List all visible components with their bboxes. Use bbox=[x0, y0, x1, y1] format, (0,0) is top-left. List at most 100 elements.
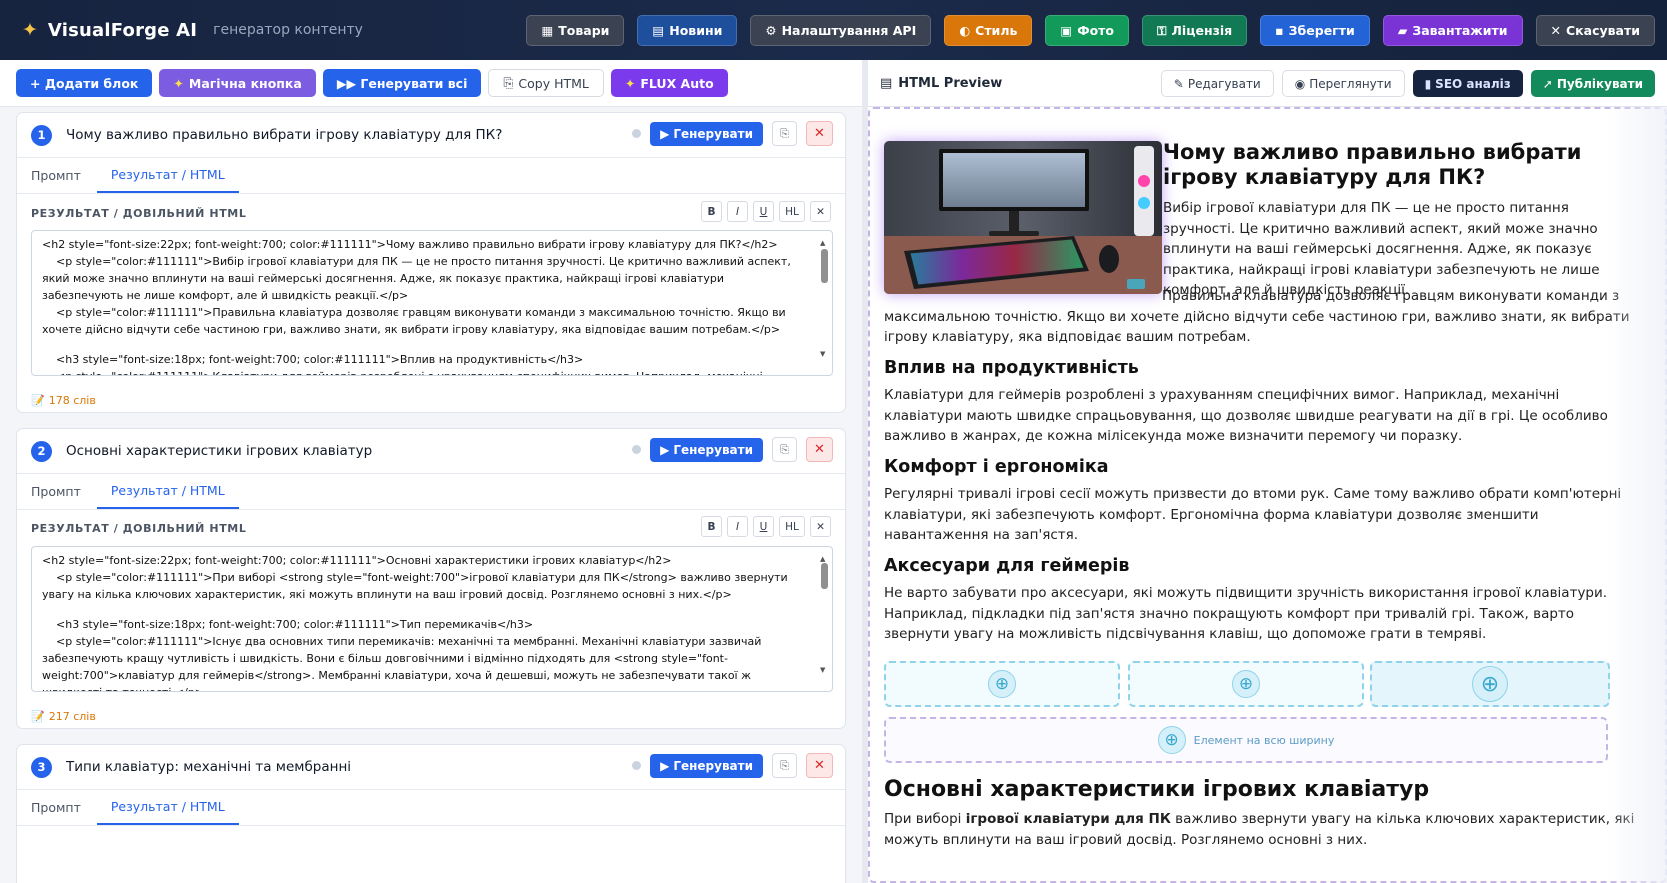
preview-heading-h2: Чому важливо правильно вибрати ігрову кл… bbox=[1163, 140, 1582, 189]
memo-icon: 📝 bbox=[31, 710, 45, 723]
preview-paragraph: При виборі ігрової клавіатури для ПК важ… bbox=[884, 809, 1636, 850]
gear-icon: ⚙ bbox=[765, 23, 777, 38]
full-width-label: Елемент на всю ширину bbox=[1193, 733, 1335, 747]
delete-block-button[interactable]: ✕ bbox=[806, 753, 833, 778]
clear-format-button[interactable]: ✕ bbox=[810, 201, 831, 222]
add-circle-icon: ⊕ bbox=[1232, 670, 1260, 698]
italic-button[interactable]: I bbox=[727, 201, 748, 222]
hero-image[interactable] bbox=[884, 141, 1162, 294]
document-icon: ▤ bbox=[880, 75, 893, 91]
toolbar-button-label: Магічна кнопка bbox=[188, 75, 302, 91]
toolbar-button-label: FLUX Auto bbox=[640, 75, 714, 91]
toolbar-button-3[interactable]: ▶▶ Генерувати всі bbox=[322, 69, 482, 97]
text-strong: ігрової клавіатури для ПК bbox=[965, 811, 1171, 827]
generate-button[interactable]: ▶ Генерувати bbox=[650, 753, 763, 778]
key-icon: ⚿ bbox=[1157, 22, 1167, 38]
seo-label: SEO аналіз bbox=[1435, 76, 1511, 91]
image-icon: ▣ bbox=[1060, 23, 1073, 38]
top-button-1[interactable]: ▦ Товари bbox=[526, 15, 625, 46]
code-line: <h3 style="font-size:18px; font-weight:7… bbox=[42, 353, 584, 366]
play-icon: ▶ bbox=[660, 758, 670, 773]
palette-icon: ◐ bbox=[959, 23, 971, 38]
preview-paragraph: Клавіатури для геймерів розроблені з ура… bbox=[884, 387, 1608, 444]
toolbar-button-1[interactable]: + Додати блок bbox=[16, 69, 153, 97]
top-button-8[interactable]: ▰ Завантажити bbox=[1382, 15, 1523, 46]
top-button-6[interactable]: ⚿ Ліцензія bbox=[1142, 15, 1248, 46]
block-title[interactable]: Основні характеристики ігрових клавіатур bbox=[66, 443, 372, 459]
block-header: 3 Типи клавіатур: механічні та мембранні… bbox=[17, 745, 845, 790]
toolbar-button-5[interactable]: ✦ FLUX Auto bbox=[610, 69, 728, 97]
code-line: <p style="color:#111111">При виборі <str… bbox=[42, 571, 792, 601]
panel-fade bbox=[1607, 107, 1667, 883]
preview-heading-h2: Основні характеристики ігрових клавіатур bbox=[884, 777, 1430, 802]
preview-paragraph: Регулярні тривалі ігрові сесії можуть пр… bbox=[884, 486, 1622, 543]
copy-block-button[interactable]: ⎘ bbox=[772, 121, 797, 146]
copy-icon: ⎘ bbox=[780, 758, 789, 772]
tab-prompt[interactable]: Промпт bbox=[31, 157, 81, 193]
html-editor[interactable]: <h2 style="font-size:22px; font-weight:7… bbox=[31, 230, 833, 376]
delete-block-button[interactable]: ✕ bbox=[806, 121, 833, 146]
top-button-9[interactable]: ✕ Скасувати bbox=[1535, 15, 1655, 46]
block-number: 3 bbox=[31, 756, 52, 778]
bold-button[interactable]: B bbox=[701, 201, 722, 222]
image-slot[interactable]: ⊕ bbox=[1128, 661, 1364, 707]
block-number: 1 bbox=[31, 124, 52, 146]
preview-panel: ▤ HTML Preview ✎ Редагувати ◉ Переглянути ▮… bbox=[868, 60, 1667, 883]
scrollbar[interactable]: ▲ ▼ bbox=[820, 235, 829, 371]
top-button-label: Завантажити bbox=[1412, 23, 1508, 38]
highlight-button[interactable]: HL bbox=[779, 201, 805, 222]
top-button-5[interactable]: ▣ Фото bbox=[1045, 15, 1130, 46]
tab-result-html[interactable]: Результат / HTML bbox=[96, 789, 239, 825]
add-circle-icon: ⊕ bbox=[988, 670, 1016, 698]
top-button-4[interactable]: ◐ Стиль bbox=[944, 15, 1033, 46]
tab-prompt[interactable]: Промпт bbox=[31, 789, 81, 825]
generate-button[interactable]: ▶ Генерувати bbox=[650, 437, 763, 462]
highlight-button[interactable]: HL bbox=[779, 516, 805, 537]
format-toolbar: B I U HL ✕ bbox=[701, 516, 831, 537]
block-title[interactable]: Чому важливо правильно вибрати ігрову кл… bbox=[66, 127, 502, 143]
word-count-value: 178 слів bbox=[48, 394, 96, 407]
image-slot[interactable]: ⊕ bbox=[884, 661, 1120, 707]
toolbar-button-4[interactable]: ⎘ Copy HTML bbox=[488, 69, 604, 97]
result-label: РЕЗУЛЬТАТ / ДОВІЛЬНИЙ HTML bbox=[31, 522, 247, 535]
add-circle-icon: ⊕ bbox=[1472, 666, 1508, 702]
view-button[interactable]: ◉ Переглянути bbox=[1281, 70, 1405, 97]
box-icon: ▦ bbox=[541, 23, 554, 38]
add-circle-icon: ⊕ bbox=[1157, 726, 1186, 754]
full-width-slot[interactable]: ⊕ Елемент на всю ширину bbox=[884, 717, 1608, 763]
save-icon: ▪ bbox=[1275, 23, 1284, 38]
copy-block-button[interactable]: ⎘ bbox=[772, 753, 797, 778]
publish-button[interactable]: ➚ Публікувати bbox=[1530, 70, 1655, 97]
toolbar-button-2[interactable]: ✦ Магічна кнопка bbox=[159, 69, 316, 97]
top-button-2[interactable]: ▤ Новини bbox=[637, 15, 738, 46]
preview-paragraph: Не варто забувати про аксесуари, які мож… bbox=[884, 585, 1608, 642]
tab-prompt[interactable]: Промпт bbox=[31, 473, 81, 509]
word-count-value: 217 слів bbox=[48, 710, 96, 723]
image-slot[interactable]: ⊕ bbox=[1370, 661, 1610, 707]
top-button-3[interactable]: ⚙ Налаштування API bbox=[750, 15, 932, 46]
underline-button[interactable]: U bbox=[753, 516, 774, 537]
tab-result-html[interactable]: Результат / HTML bbox=[96, 473, 239, 509]
top-button-7[interactable]: ▪ Зберегти bbox=[1260, 15, 1370, 46]
copy-block-button[interactable]: ⎘ bbox=[772, 437, 797, 462]
seo-analysis-button[interactable]: ▮ SEO аналіз bbox=[1412, 70, 1523, 97]
html-editor[interactable]: <h2 style="font-size:22px; font-weight:7… bbox=[31, 546, 833, 692]
underline-button[interactable]: U bbox=[753, 201, 774, 222]
block-title[interactable]: Типи клавіатур: механічні та мембранні bbox=[66, 759, 351, 775]
block-number: 2 bbox=[31, 440, 52, 462]
clear-format-button[interactable]: ✕ bbox=[810, 516, 831, 537]
preview-heading-h3: Вплив на продуктивність bbox=[884, 358, 1139, 378]
chart-icon: ▮ bbox=[1424, 76, 1432, 91]
edit-button[interactable]: ✎ Редагувати bbox=[1160, 70, 1274, 97]
top-actions: ▦ Товари ▤ Новини ⚙ Налаштування API ◐ Стиль ▣ Фо… bbox=[526, 15, 1655, 46]
tab-result-html[interactable]: Результат / HTML bbox=[96, 157, 239, 193]
text-run: При виборі bbox=[884, 811, 966, 827]
italic-button[interactable]: I bbox=[727, 516, 748, 537]
scrollbar[interactable]: ▲ ▼ bbox=[820, 551, 829, 687]
word-count: 📝 217 слів bbox=[31, 710, 96, 723]
generate-button[interactable]: ▶ Генерувати bbox=[650, 121, 763, 146]
code-line: <p style="color:#111111">Клавіатури для … bbox=[42, 368, 802, 375]
delete-block-button[interactable]: ✕ bbox=[806, 437, 833, 462]
bold-button[interactable]: B bbox=[701, 516, 722, 537]
